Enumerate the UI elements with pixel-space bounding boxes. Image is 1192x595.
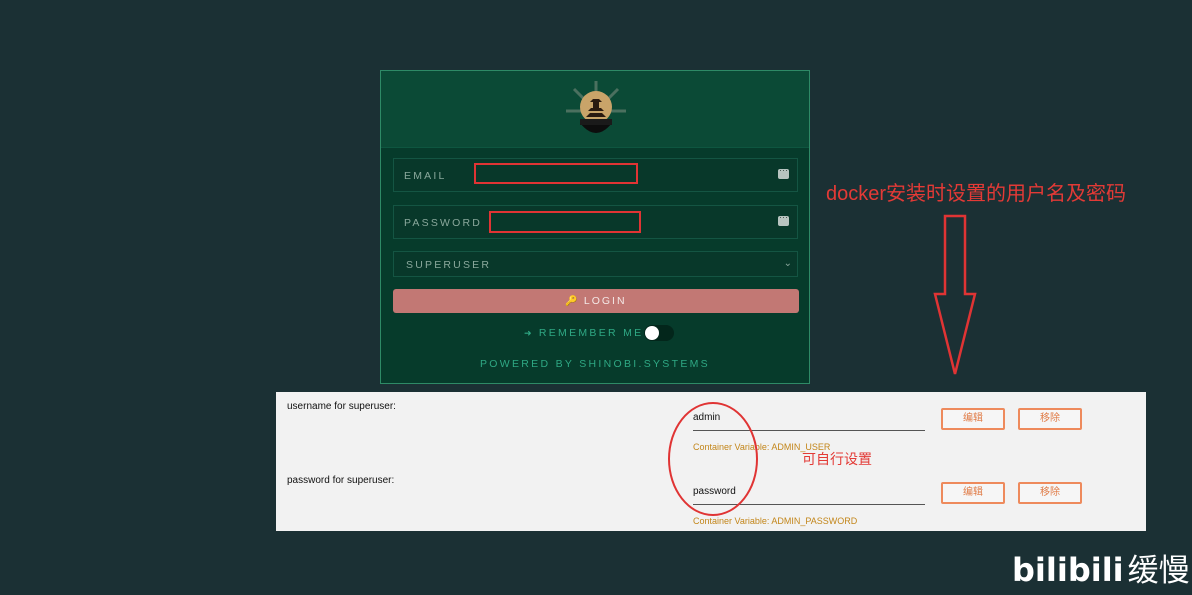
email-label: EMAIL (404, 170, 447, 182)
role-select[interactable]: SUPERUSER ⌄ (393, 251, 798, 277)
login-button-label: LOGIN (583, 295, 627, 307)
role-select-value: SUPERUSER (406, 259, 492, 271)
remove-username-button[interactable]: 移除 (1018, 408, 1082, 430)
watermark-brand: bilibili (1012, 551, 1124, 589)
password-label-setting: password for superuser: (287, 475, 395, 486)
password-manager-icon[interactable] (778, 165, 789, 179)
shinobi-logo-icon (566, 81, 626, 133)
sign-in-icon: ➜ (524, 328, 534, 338)
remove-password-button[interactable]: 移除 (1018, 482, 1082, 504)
watermark-user: 缓慢 (1127, 553, 1190, 589)
edit-password-button[interactable]: 编辑 (941, 482, 1005, 504)
username-label: username for superuser: (287, 401, 396, 412)
password-label: PASSWORD (404, 217, 483, 229)
password-manager-icon[interactable] (778, 212, 789, 226)
remember-me-label: ➜ REMEMBER ME (524, 327, 643, 339)
key-icon: 🔑 (565, 296, 580, 307)
chevron-down-icon: ⌄ (783, 258, 792, 269)
remember-me-text: REMEMBER ME (538, 327, 644, 339)
toggle-knob (645, 326, 659, 340)
powered-by: POWERED BY SHINOBI.SYSTEMS (480, 358, 710, 370)
edit-username-button[interactable]: 编辑 (941, 408, 1005, 430)
docker-annotation: docker安装时设置的用户名及密码 (826, 183, 1127, 205)
login-button[interactable]: 🔑 LOGIN (393, 289, 799, 313)
bilibili-watermark: bilibili 缓慢 (1012, 545, 1190, 590)
password-highlight-box (489, 211, 641, 233)
down-arrow-icon (933, 214, 977, 375)
email-highlight-box (474, 163, 638, 184)
remember-me-toggle[interactable] (644, 325, 674, 341)
highlight-circle (668, 402, 758, 516)
password-hint: Container Variable: ADMIN_PASSWORD (693, 516, 858, 526)
self-set-annotation: 可自行设置 (802, 451, 872, 467)
card-header (381, 71, 809, 148)
